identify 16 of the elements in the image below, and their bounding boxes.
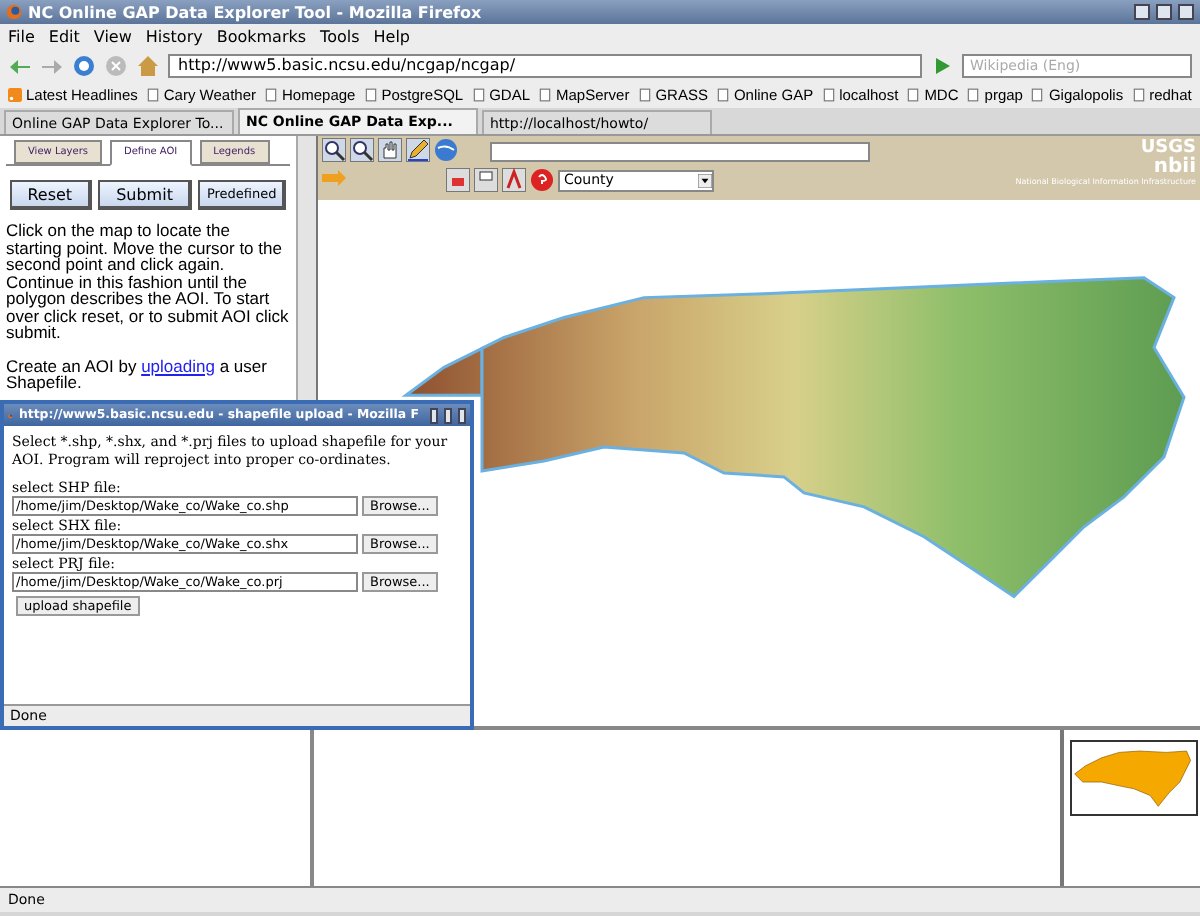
- action-button[interactable]: Submit: [98, 180, 193, 210]
- menu-item[interactable]: History: [145, 27, 203, 45]
- upload-text: Create an AOI by uploading a user Shapefile.: [6, 357, 269, 391]
- logo-text: nbii: [1153, 158, 1196, 176]
- menu-item[interactable]: File: [8, 27, 35, 45]
- menu-item[interactable]: View: [93, 27, 132, 45]
- menu-item[interactable]: Bookmarks: [216, 27, 307, 45]
- window-title: NC Online GAP Data Explorer Tool - Mozilla Firefox: [28, 3, 482, 21]
- logo-text: USGS: [1140, 138, 1196, 158]
- upload-link[interactable]: uploading: [141, 355, 215, 375]
- instructions-text: Click on the map to locate the starting point. Move the cursor to the second point and click again. Continue in this fashion until the polygon describes the AOI. To start over click reset, or to submit AOI click submit.: [6, 222, 290, 341]
- menu-item[interactable]: Help: [373, 27, 411, 45]
- address-field[interactable]: http://www5.basic.ncsu.edu/ncgap/ncgap/: [168, 53, 922, 77]
- action-button[interactable]: Reset: [9, 180, 93, 210]
- menu-item[interactable]: Tools: [320, 27, 360, 45]
- menu-item[interactable]: Edit: [48, 27, 80, 45]
